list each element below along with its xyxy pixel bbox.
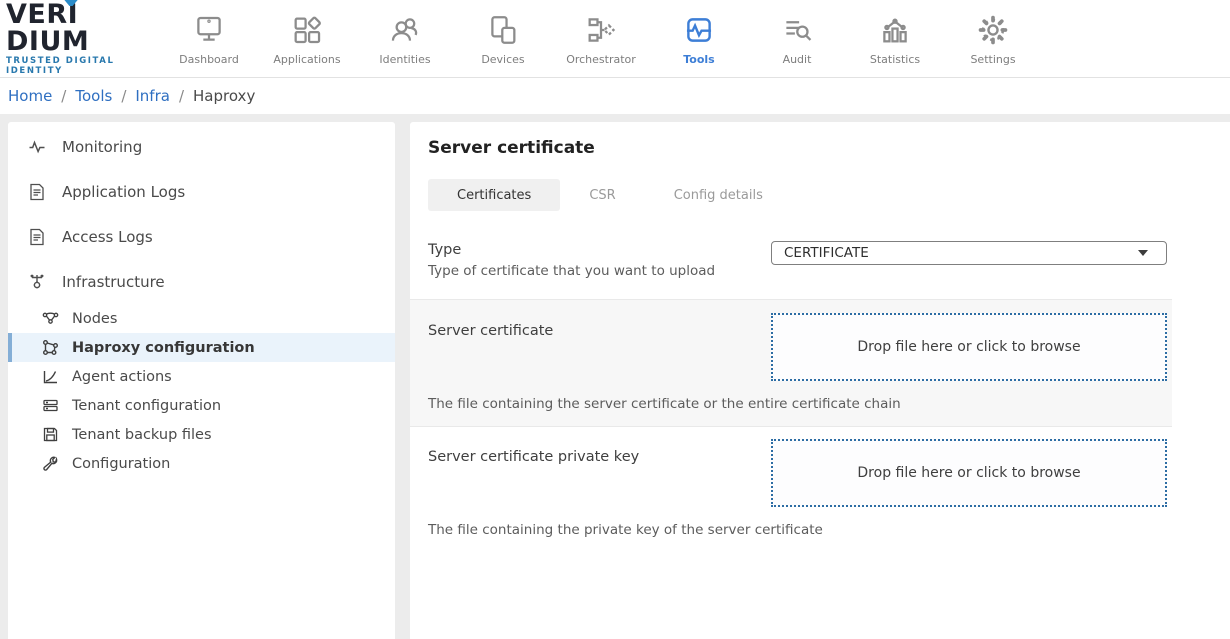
nav-label: Dashboard <box>179 53 239 66</box>
dropzone-text: Drop file here or click to browse <box>857 339 1080 355</box>
sidebar-item-nodes[interactable]: Nodes <box>8 304 395 333</box>
orchestrator-icon <box>584 13 618 47</box>
breadcrumb-separator: / <box>121 87 126 105</box>
tenant-configuration-icon <box>42 397 59 414</box>
breadcrumb-separator: / <box>179 87 184 105</box>
nav-item-audit[interactable]: Audit <box>748 11 846 66</box>
nav-label: Settings <box>970 53 1015 66</box>
breadcrumb: Home / Tools / Infra / Haproxy <box>0 77 1230 114</box>
nav-item-identities[interactable]: Identities <box>356 11 454 66</box>
dropzone-text: Drop file here or click to browse <box>857 465 1080 481</box>
main-panel: Server certificate Certificates CSR Conf… <box>410 122 1230 639</box>
nav-label: Identities <box>379 53 430 66</box>
private-key-help: The file containing the private key of t… <box>410 507 1172 538</box>
nav-label: Tools <box>683 53 714 66</box>
sidebar-item-configuration[interactable]: Configuration <box>8 449 395 478</box>
breadcrumb-current: Haproxy <box>193 87 255 105</box>
breadcrumb-infra[interactable]: Infra <box>135 87 170 105</box>
type-help: Type of certificate that you want to upl… <box>428 263 715 279</box>
sidebar-item-label: Tenant backup files <box>72 427 212 443</box>
certificate-type-select[interactable]: CERTIFICATE <box>771 241 1167 265</box>
certificate-type-value: CERTIFICATE <box>784 245 869 261</box>
haproxy-icon <box>42 339 59 356</box>
server-certificate-help: The file containing the server certifica… <box>410 381 1172 412</box>
sidebar-item-tenant-backup-files[interactable]: Tenant backup files <box>8 420 395 449</box>
monitoring-icon <box>28 138 46 156</box>
content-area: Monitoring Application Logs Access Logs … <box>0 114 1230 639</box>
sidebar-item-label: Infrastructure <box>62 273 165 291</box>
content-gap <box>395 122 410 639</box>
sidebar-item-haproxy-configuration[interactable]: Haproxy configuration <box>8 333 395 362</box>
server-certificate-row: Server certificate Drop file here or cli… <box>410 299 1172 427</box>
nav-label: Statistics <box>870 53 920 66</box>
sidebar-item-label: Configuration <box>72 456 170 472</box>
nav-label: Orchestrator <box>566 53 636 66</box>
nav-item-dashboard[interactable]: Dashboard <box>160 11 258 66</box>
logo-check-icon <box>64 0 84 6</box>
nav-item-applications[interactable]: Applications <box>258 11 356 66</box>
certificate-form: Type Type of certificate that you want t… <box>410 227 1172 552</box>
tab-bar: Certificates CSR Config details <box>428 179 1230 211</box>
server-certificate-dropzone[interactable]: Drop file here or click to browse <box>771 313 1167 381</box>
main-nav: Dashboard Applications Identities Device… <box>160 11 1042 66</box>
page-title: Server certificate <box>428 138 1230 158</box>
nav-item-settings[interactable]: Settings <box>944 11 1042 66</box>
sidebar: Monitoring Application Logs Access Logs … <box>8 122 395 639</box>
veridium-logo[interactable]: VERIDIUM TRUSTED DIGITAL IDENTITY <box>0 1 160 76</box>
top-header: VERIDIUM TRUSTED DIGITAL IDENTITY Dashbo… <box>0 0 1230 77</box>
nav-item-devices[interactable]: Devices <box>454 11 552 66</box>
nav-item-statistics[interactable]: Statistics <box>846 11 944 66</box>
private-key-label: Server certificate private key <box>428 449 639 465</box>
type-row: Type Type of certificate that you want t… <box>410 227 1172 299</box>
breadcrumb-home[interactable]: Home <box>8 87 52 105</box>
nav-item-tools[interactable]: Tools <box>650 11 748 66</box>
infrastructure-icon <box>28 273 46 291</box>
identities-icon <box>388 13 422 47</box>
sidebar-item-tenant-configuration[interactable]: Tenant configuration <box>8 391 395 420</box>
configuration-icon <box>42 455 59 472</box>
nav-label: Applications <box>273 53 340 66</box>
breadcrumb-tools[interactable]: Tools <box>75 87 112 105</box>
private-key-dropzone[interactable]: Drop file here or click to browse <box>771 439 1167 507</box>
nav-label: Devices <box>481 53 524 66</box>
sidebar-item-access-logs[interactable]: Access Logs <box>8 214 395 259</box>
sidebar-item-label: Tenant configuration <box>72 398 221 414</box>
tab-csr[interactable]: CSR <box>560 179 644 211</box>
sidebar-item-label: Access Logs <box>62 228 153 246</box>
sidebar-item-label: Nodes <box>72 311 117 327</box>
logo-wordmark: VERIDIUM <box>6 1 160 55</box>
breadcrumb-separator: / <box>61 87 66 105</box>
sidebar-item-label: Monitoring <box>62 138 142 156</box>
access-logs-icon <box>28 228 46 246</box>
nodes-icon <box>42 310 59 327</box>
tenant-backup-icon <box>42 426 59 443</box>
nav-label: Audit <box>783 53 812 66</box>
nav-item-orchestrator[interactable]: Orchestrator <box>552 11 650 66</box>
chevron-down-icon <box>1138 250 1148 256</box>
settings-icon <box>976 13 1010 47</box>
audit-icon <box>780 13 814 47</box>
tools-icon <box>682 13 716 47</box>
sidebar-item-agent-actions[interactable]: Agent actions <box>8 362 395 391</box>
type-label: Type <box>428 242 715 258</box>
tab-certificates[interactable]: Certificates <box>428 179 560 211</box>
tab-config-details[interactable]: Config details <box>645 179 792 211</box>
sidebar-item-infrastructure[interactable]: Infrastructure <box>8 259 395 304</box>
devices-icon <box>486 13 520 47</box>
sidebar-item-label: Agent actions <box>72 369 172 385</box>
sidebar-item-monitoring[interactable]: Monitoring <box>8 124 395 169</box>
logo-tagline: TRUSTED DIGITAL IDENTITY <box>6 56 160 76</box>
private-key-row: Server certificate private key Drop file… <box>410 427 1172 552</box>
sidebar-item-application-logs[interactable]: Application Logs <box>8 169 395 214</box>
statistics-icon <box>878 13 912 47</box>
server-certificate-label: Server certificate <box>428 323 553 339</box>
sidebar-item-label: Haproxy configuration <box>72 340 255 356</box>
sidebar-item-label: Application Logs <box>62 183 185 201</box>
application-logs-icon <box>28 183 46 201</box>
applications-icon <box>290 13 324 47</box>
dashboard-icon <box>192 13 226 47</box>
agent-actions-icon <box>42 368 59 385</box>
